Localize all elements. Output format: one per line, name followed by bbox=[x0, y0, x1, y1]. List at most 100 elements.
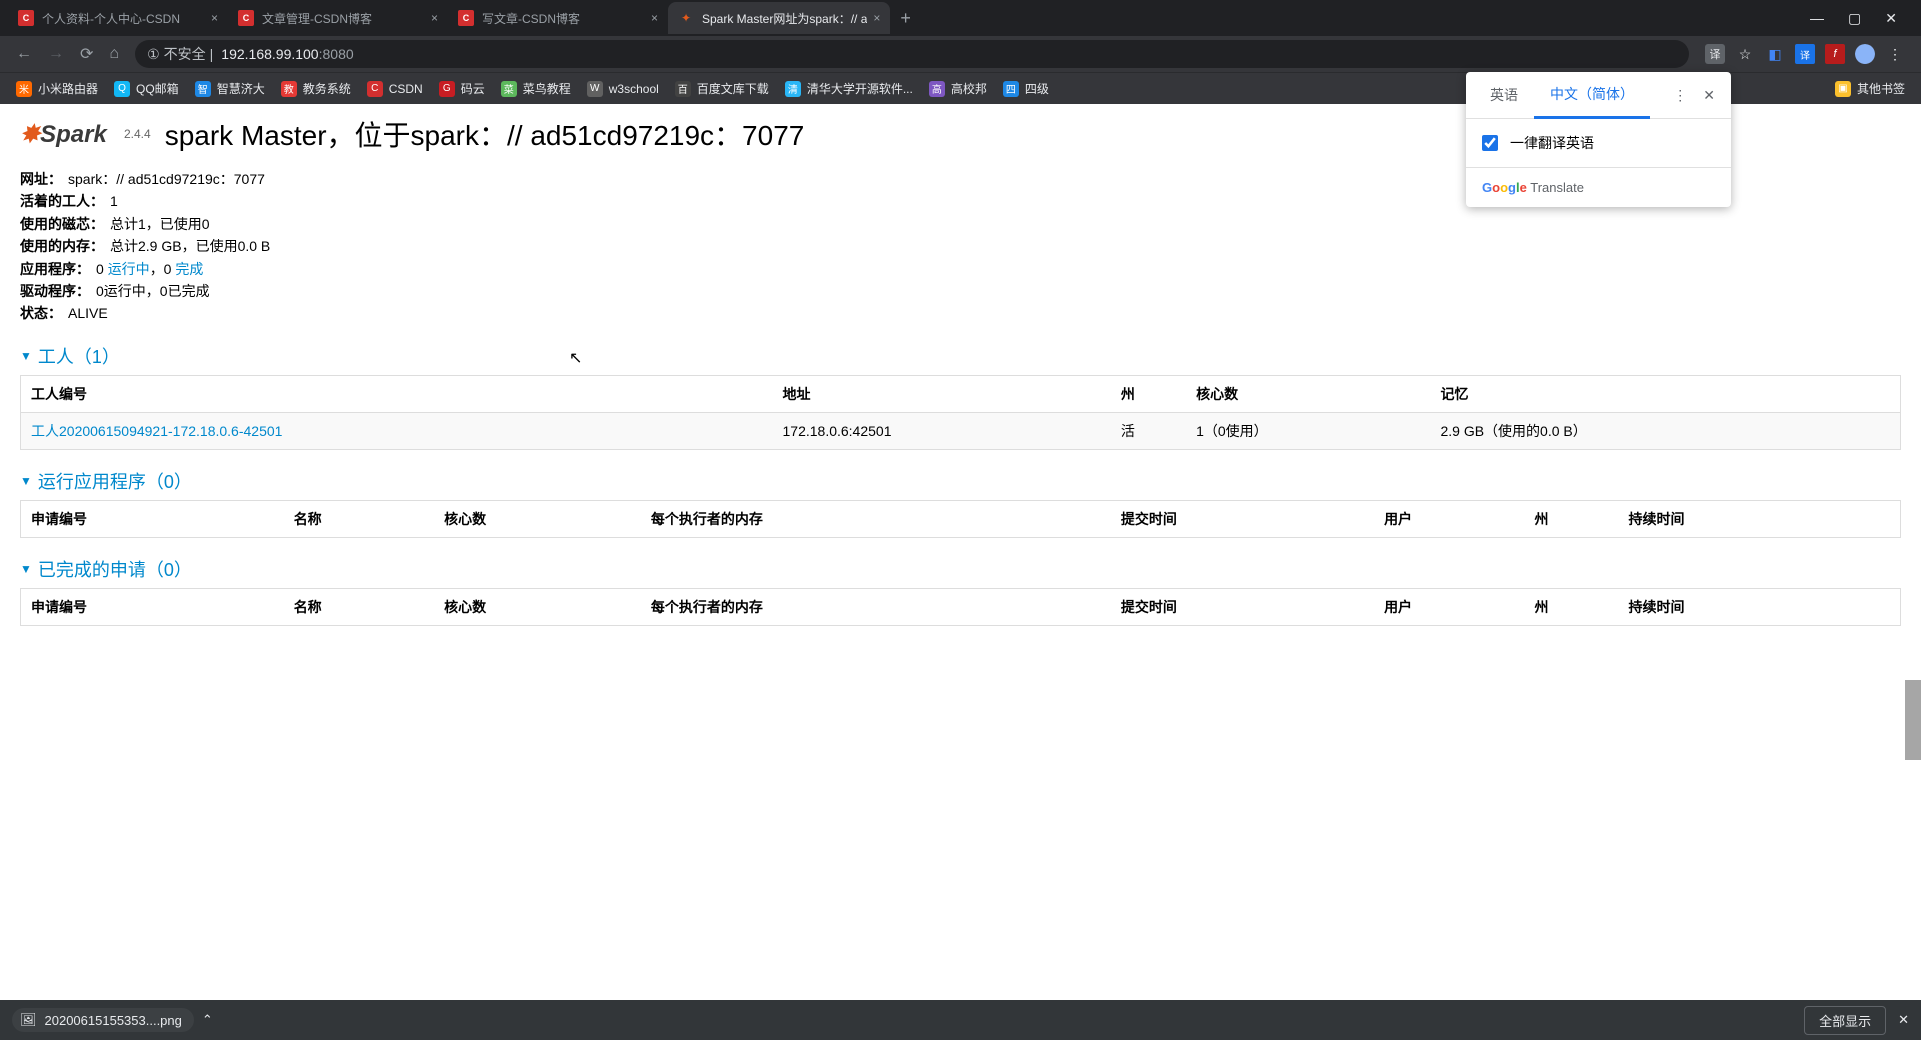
close-icon[interactable]: ✕ bbox=[1898, 1012, 1909, 1028]
bookmark-item[interactable]: 四四级 bbox=[995, 80, 1057, 97]
bookmark-item[interactable]: 高高校邦 bbox=[921, 80, 995, 97]
col-header[interactable]: 核心数 bbox=[1186, 375, 1430, 412]
bookmark-item[interactable]: G码云 bbox=[431, 80, 493, 97]
csdn-favicon: C bbox=[458, 10, 474, 26]
browser-tab[interactable]: C 个人资料-个人中心-CSDN × bbox=[8, 2, 228, 34]
close-icon[interactable]: × bbox=[211, 11, 218, 25]
bookmark-item[interactable]: 智智慧济大 bbox=[187, 80, 273, 97]
bookmark-item[interactable]: 清清华大学开源软件... bbox=[777, 80, 921, 97]
reload-button[interactable]: ⟳ bbox=[72, 44, 101, 64]
worker-id-link[interactable]: 工人20200615094921-172.18.0.6-42501 bbox=[31, 423, 282, 439]
star-icon[interactable]: ☆ bbox=[1735, 44, 1755, 64]
bookmark-item[interactable]: 菜菜鸟教程 bbox=[493, 80, 579, 97]
running-apps-link[interactable]: 运行中 bbox=[108, 261, 150, 277]
col-header[interactable]: 记忆 bbox=[1430, 375, 1900, 412]
browser-tab[interactable]: C 写文章-CSDN博客 × bbox=[448, 2, 668, 34]
completed-apps-table: 申请编号 名称 核心数 每个执行者的内存 提交时间 用户 州 持续时间 bbox=[20, 588, 1901, 626]
translate-popup: 英语 中文（简体） ⋮ ✕ 一律翻译英语 Google Translate bbox=[1466, 72, 1731, 207]
page-title: spark Master，位于spark：// ad51cd97219c：707… bbox=[165, 114, 805, 154]
col-header[interactable]: 提交时间 bbox=[1111, 500, 1374, 537]
new-tab-button[interactable]: + bbox=[890, 8, 921, 29]
window-maximize-icon[interactable]: ▢ bbox=[1848, 10, 1861, 27]
table-row: 工人20200615094921-172.18.0.6-42501 172.18… bbox=[21, 412, 1901, 449]
security-indicator[interactable]: ① 不安全 | bbox=[147, 44, 213, 64]
bookmark-item[interactable]: 百百度文库下载 bbox=[667, 80, 777, 97]
omnibox[interactable]: ① 不安全 | 192.168.99.100:8080 bbox=[135, 40, 1689, 68]
col-header[interactable]: 提交时间 bbox=[1111, 588, 1374, 625]
col-header[interactable]: 州 bbox=[1111, 375, 1186, 412]
back-button[interactable]: ← bbox=[8, 45, 40, 63]
spark-version: 2.4.4 bbox=[124, 127, 151, 141]
col-header[interactable]: 核心数 bbox=[434, 500, 641, 537]
extension-icon[interactable]: 译 bbox=[1795, 44, 1815, 64]
flash-icon[interactable]: f bbox=[1825, 44, 1845, 64]
col-header[interactable]: 申请编号 bbox=[21, 500, 284, 537]
workers-table: 工人编号 地址 州 核心数 记忆 工人20200615094921-172.18… bbox=[20, 375, 1901, 450]
translate-tab-chinese[interactable]: 中文（简体） bbox=[1534, 72, 1650, 119]
col-header[interactable]: 州 bbox=[1524, 588, 1618, 625]
col-header[interactable]: 核心数 bbox=[434, 588, 641, 625]
col-header[interactable]: 持续时间 bbox=[1618, 500, 1900, 537]
workers-section-toggle[interactable]: ▼工人（1） bbox=[20, 343, 1901, 369]
url-port: :8080 bbox=[319, 46, 354, 62]
download-item[interactable]: 🖼 20200615155353....png bbox=[12, 1008, 194, 1032]
file-icon: 🖼 bbox=[20, 1012, 37, 1028]
caret-down-icon: ▼ bbox=[20, 562, 32, 576]
bookmark-icon: G bbox=[439, 81, 455, 97]
completed-apps-link[interactable]: 完成 bbox=[175, 261, 203, 277]
close-icon[interactable]: ✕ bbox=[1703, 87, 1715, 104]
translate-icon[interactable]: 译 bbox=[1705, 44, 1725, 64]
running-apps-section-toggle[interactable]: ▼运行应用程序（0） bbox=[20, 468, 1901, 494]
col-header[interactable]: 地址 bbox=[773, 375, 1111, 412]
col-header[interactable]: 名称 bbox=[284, 500, 434, 537]
close-icon[interactable]: × bbox=[651, 11, 658, 25]
col-header[interactable]: 州 bbox=[1524, 500, 1618, 537]
forward-button[interactable]: → bbox=[40, 45, 72, 63]
running-apps-table: 申请编号 名称 核心数 每个执行者的内存 提交时间 用户 州 持续时间 bbox=[20, 500, 1901, 538]
window-minimize-icon[interactable]: — bbox=[1810, 10, 1824, 27]
bookmark-icon: 四 bbox=[1003, 81, 1019, 97]
close-icon[interactable]: × bbox=[431, 11, 438, 25]
other-bookmarks[interactable]: ▣其他书签 bbox=[1827, 80, 1913, 97]
bookmark-icon: 清 bbox=[785, 81, 801, 97]
col-header[interactable]: 名称 bbox=[284, 588, 434, 625]
show-all-downloads-button[interactable]: 全部显示 bbox=[1804, 1006, 1886, 1035]
download-shelf: 🖼 20200615155353....png ⌃ 全部显示 ✕ bbox=[0, 1000, 1921, 1040]
menu-icon[interactable]: ⋮ bbox=[1673, 87, 1687, 104]
col-header[interactable]: 用户 bbox=[1374, 588, 1524, 625]
spark-logo: ✸Spark bbox=[20, 114, 110, 154]
url-host: 192.168.99.100 bbox=[221, 46, 318, 62]
col-header[interactable]: 申请编号 bbox=[21, 588, 284, 625]
completed-apps-section-toggle[interactable]: ▼已完成的申请（0） bbox=[20, 556, 1901, 582]
bookmark-icon: W bbox=[587, 81, 603, 97]
menu-icon[interactable]: ⋮ bbox=[1885, 44, 1905, 64]
profile-avatar[interactable] bbox=[1855, 44, 1875, 64]
bookmark-icon: 智 bbox=[195, 81, 211, 97]
browser-tab-active[interactable]: ✦ Spark Master网址为spark：// a × bbox=[668, 2, 890, 34]
folder-icon: ▣ bbox=[1835, 81, 1851, 97]
bookmark-icon: 高 bbox=[929, 81, 945, 97]
col-header[interactable]: 用户 bbox=[1374, 500, 1524, 537]
col-header[interactable]: 工人编号 bbox=[21, 375, 773, 412]
col-header[interactable]: 每个执行者的内存 bbox=[641, 500, 1111, 537]
col-header[interactable]: 每个执行者的内存 bbox=[641, 588, 1111, 625]
close-icon[interactable]: × bbox=[873, 11, 880, 25]
chevron-up-icon[interactable]: ⌃ bbox=[202, 1012, 213, 1028]
bookmark-item[interactable]: 教教务系统 bbox=[273, 80, 359, 97]
bookmark-icon: 百 bbox=[675, 81, 691, 97]
window-close-icon[interactable]: ✕ bbox=[1885, 10, 1897, 27]
always-translate-checkbox[interactable] bbox=[1482, 135, 1498, 151]
translate-tab-english[interactable]: 英语 bbox=[1474, 73, 1534, 117]
scrollbar-thumb[interactable] bbox=[1905, 680, 1921, 760]
bookmark-item[interactable]: Ww3school bbox=[579, 81, 667, 97]
browser-tab[interactable]: C 文章管理-CSDN博客 × bbox=[228, 2, 448, 34]
address-bar: ← → ⟳ ⌂ ① 不安全 | 192.168.99.100:8080 译 ☆ … bbox=[0, 36, 1921, 72]
bookmark-item[interactable]: QQQ邮箱 bbox=[106, 80, 187, 97]
bookmark-item[interactable]: CCSDN bbox=[359, 81, 431, 97]
tab-title: Spark Master网址为spark：// a bbox=[702, 10, 867, 27]
csdn-favicon: C bbox=[238, 10, 254, 26]
extension-icon[interactable]: ◧ bbox=[1765, 44, 1785, 64]
col-header[interactable]: 持续时间 bbox=[1618, 588, 1900, 625]
home-button[interactable]: ⌂ bbox=[101, 45, 127, 63]
bookmark-item[interactable]: 米小米路由器 bbox=[8, 80, 106, 97]
